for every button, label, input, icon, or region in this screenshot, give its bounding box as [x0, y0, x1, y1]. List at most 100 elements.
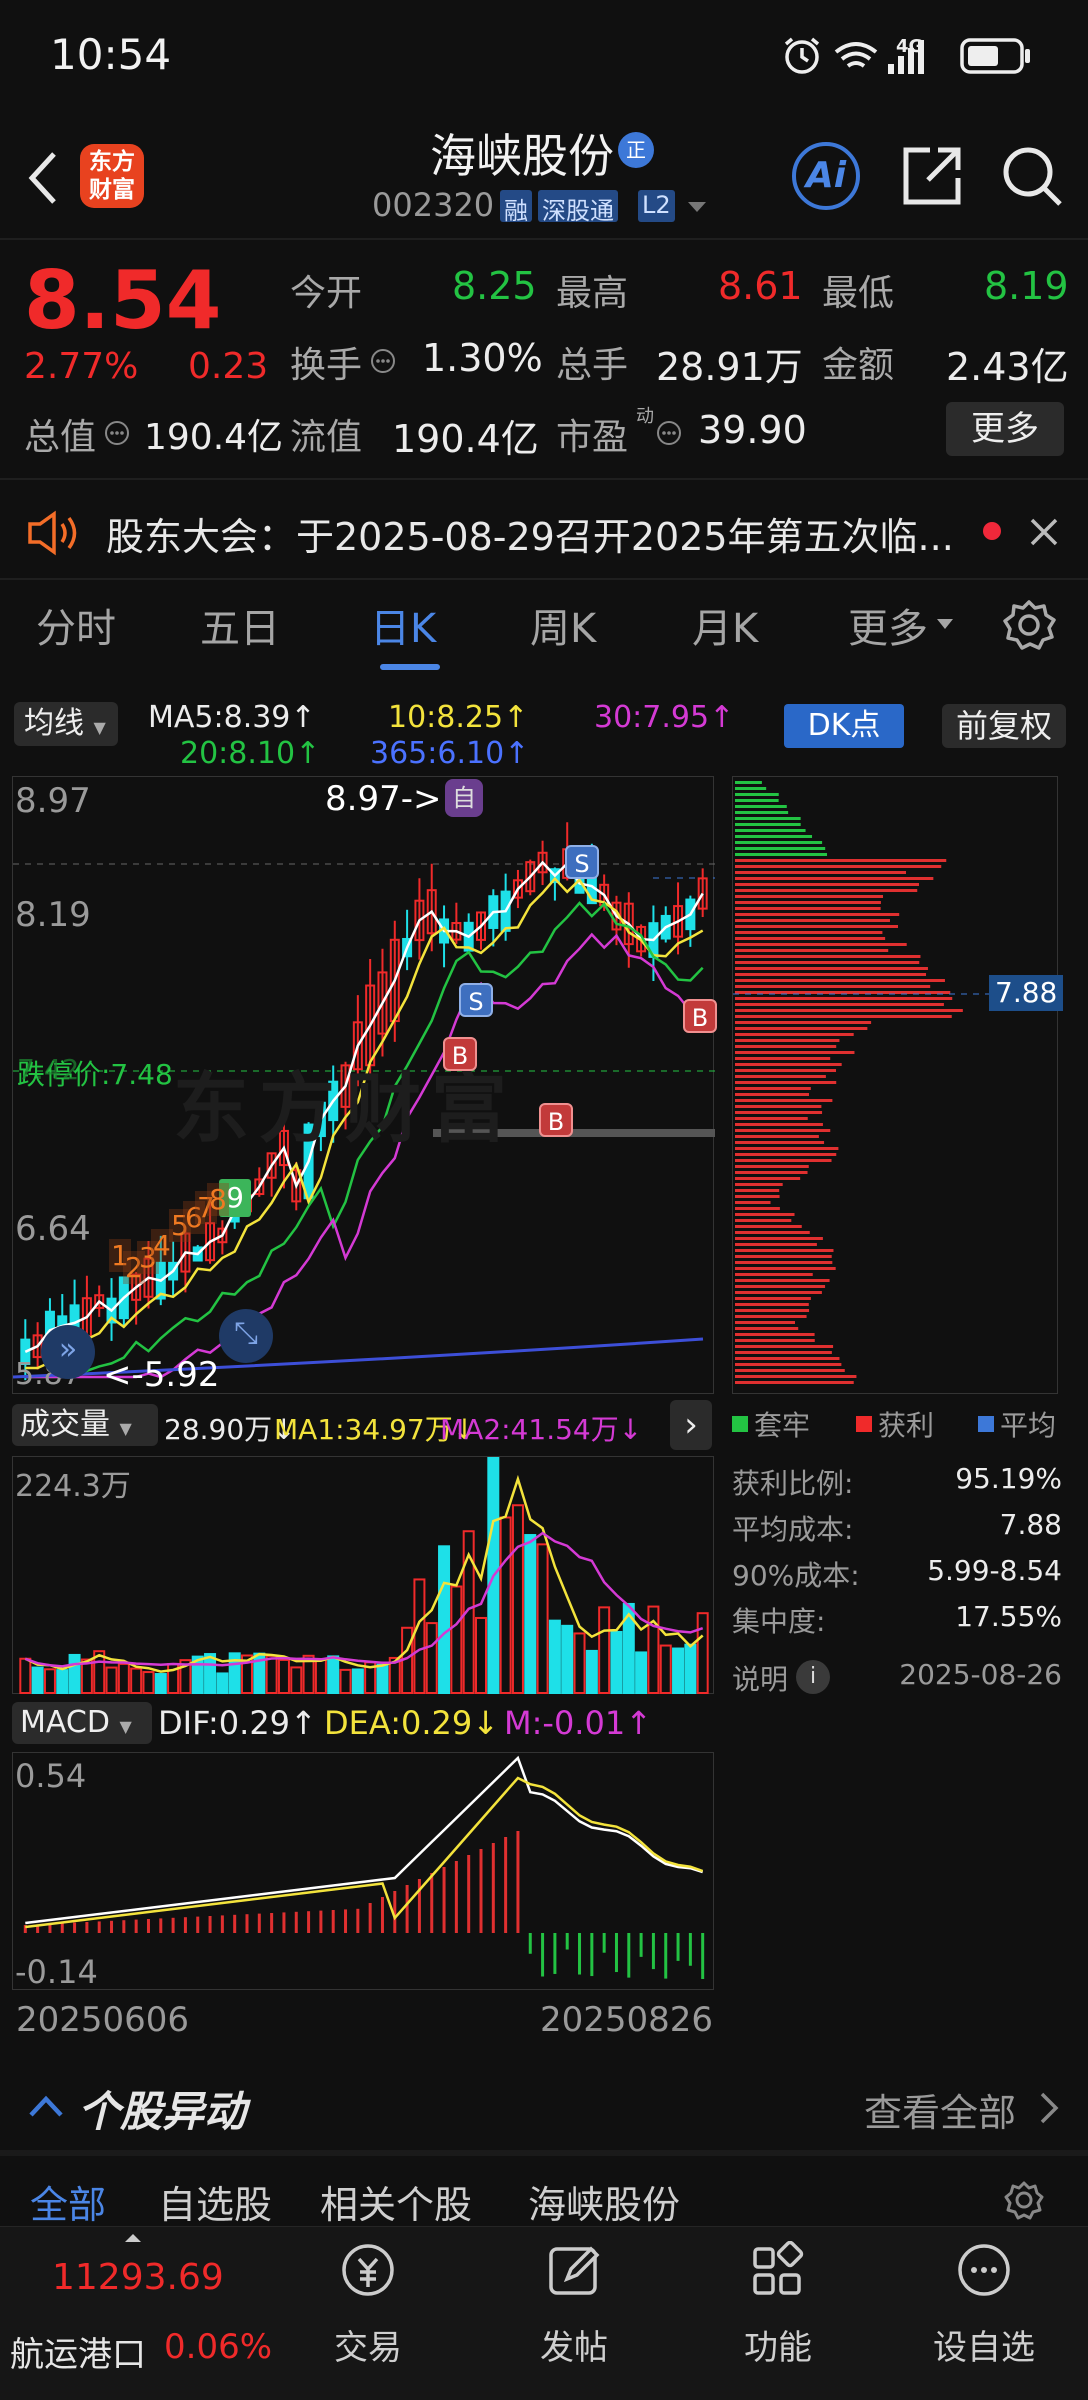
chip-bar [735, 1093, 810, 1096]
adjust-button[interactable]: 前复权 [942, 704, 1066, 748]
macd-chart[interactable]: 0.54 -0.14 [12, 1752, 714, 1991]
chip-bar [735, 1015, 952, 1018]
self-marker[interactable]: 自 [445, 779, 483, 817]
macd-select-label: MACD [20, 1705, 110, 1740]
volume-bar [413, 1578, 426, 1694]
chip-bar [735, 919, 890, 922]
chip-bar [735, 1069, 837, 1072]
info-dots-icon[interactable] [104, 420, 130, 446]
volume-bar [105, 1666, 118, 1694]
chip-bar [735, 1195, 780, 1198]
chip-bar [735, 1183, 783, 1186]
chip-bar [735, 907, 881, 910]
kline-chart[interactable]: 东方财富 8.97 8.19 6.64 5.87 8.97-> <-5.92 跌… [12, 776, 717, 1395]
volume-select[interactable]: 成交量 ▼ [12, 1404, 158, 1446]
chip-bar [735, 859, 947, 862]
volume-bar [659, 1644, 672, 1694]
close-icon[interactable] [1028, 516, 1060, 548]
nav-functions[interactable]: 功能 [708, 2240, 848, 2369]
total-value-label: 总值 [24, 417, 97, 458]
chevron-right-icon[interactable] [1038, 2090, 1060, 2126]
volume-bar [130, 1667, 143, 1694]
tab-more[interactable]: 更多 [848, 596, 928, 654]
nav-trade[interactable]: 交易 [298, 2241, 438, 2369]
chip-distribution[interactable]: 7.88 [732, 776, 1064, 1394]
sell-signal[interactable]: S [459, 983, 493, 1017]
share-icon[interactable] [900, 144, 964, 208]
amount-label: 金额 [822, 345, 895, 386]
chip-bar [735, 793, 779, 796]
tab-daily-k[interactable]: 日K [370, 596, 436, 654]
chip-bar [735, 799, 779, 802]
subtab-all[interactable]: 全部 [30, 2174, 106, 2229]
buy-signal[interactable]: B [539, 1103, 573, 1137]
chip-bar [735, 1213, 795, 1216]
chevron-right-icon[interactable]: › [670, 1400, 712, 1450]
dk-point-button[interactable]: DK点 [784, 704, 904, 748]
ma-select[interactable]: 均线 ▼ [14, 702, 118, 746]
nav-post[interactable]: 发帖 [504, 2241, 644, 2369]
chip-bar [735, 1051, 855, 1054]
chip-bar [735, 841, 823, 844]
back-icon[interactable] [22, 148, 62, 208]
sell-signal[interactable]: S [565, 845, 599, 879]
index-value[interactable]: 11293.69 [52, 2257, 224, 2298]
macd-y-bottom: -0.14 [15, 1953, 98, 1991]
see-all-link[interactable]: 查看全部 [864, 2082, 1016, 2137]
movement-header: 个股异动 查看全部 [0, 2070, 1088, 2150]
chip-bar [735, 1153, 837, 1156]
search-icon[interactable] [1000, 144, 1064, 208]
notice-bar[interactable]: 股东大会：于2025-08-29召开2025年第五次临... [0, 478, 1088, 580]
macd-select[interactable]: MACD ▼ [12, 1702, 152, 1744]
chip-bar [735, 1243, 817, 1246]
chip-bar [735, 787, 767, 790]
app-logo[interactable]: 东方 财富 [80, 144, 144, 208]
index-name[interactable]: 航运港口 [10, 2327, 146, 2376]
last-price: 8.54 [24, 254, 222, 347]
chip-bar [735, 1303, 809, 1306]
info-dots-icon[interactable] [656, 420, 682, 446]
chip-bar [735, 1219, 792, 1222]
buy-signal[interactable]: B [683, 999, 717, 1033]
more-button[interactable]: 更多 [946, 402, 1064, 456]
info-icon[interactable]: i [796, 1660, 830, 1694]
volume-bar [511, 1504, 524, 1695]
settings-gear-icon[interactable] [1004, 2180, 1044, 2220]
subtab-stock[interactable]: 海峡股份 [528, 2174, 680, 2229]
subtab-watchlist[interactable]: 自选股 [158, 2174, 272, 2229]
chip-bar [735, 997, 953, 1000]
volume-chart[interactable]: 224.3万 [12, 1456, 714, 1695]
volume-bar [598, 1606, 611, 1694]
subtab-related[interactable]: 相关个股 [320, 2174, 472, 2229]
tab-intraday[interactable]: 分时 [36, 596, 116, 654]
chip-bar [735, 913, 900, 916]
legend-swatch-trapped [732, 1416, 748, 1432]
settings-gear-icon[interactable] [1002, 598, 1056, 652]
date-start: 20250606 [16, 2000, 190, 2040]
avg-cost-marker: 7.88 [989, 975, 1064, 1011]
ai-button[interactable]: Ai [792, 142, 860, 210]
chip-bar [735, 1063, 842, 1066]
macd-dea: DEA:0.29↓ [324, 1704, 500, 1742]
volume-bar [327, 1655, 340, 1694]
info-dots-icon[interactable] [370, 348, 396, 374]
volume-bar [19, 1657, 32, 1695]
chip-bar [735, 1123, 823, 1126]
chip-bar [735, 877, 934, 880]
scroll-left-icon[interactable]: » [41, 1325, 95, 1379]
tab-weekly-k[interactable]: 周K [530, 596, 596, 654]
tab-five-day[interactable]: 五日 [200, 596, 280, 654]
y-label-top: 8.97 [15, 781, 91, 821]
nav-trade-label: 交易 [334, 2328, 402, 2368]
dropdown-icon[interactable] [686, 200, 708, 214]
stat-value: 95.19% [955, 1462, 1062, 1495]
stat-label: 平均成本: [732, 1513, 854, 1546]
chevron-up-icon[interactable] [28, 2094, 64, 2118]
volume-bar [635, 1651, 648, 1695]
limit-overlap-label: 7.42 [17, 1053, 80, 1086]
tab-monthly-k[interactable]: 月K [692, 596, 758, 654]
expand-icon[interactable]: ⤡ [219, 1309, 273, 1363]
buy-signal[interactable]: B [443, 1037, 477, 1071]
nav-add-watch[interactable]: 设自选 [914, 2241, 1054, 2369]
movement-tabs: 全部 自选股 相关个股 海峡股份 [0, 2174, 1088, 2229]
